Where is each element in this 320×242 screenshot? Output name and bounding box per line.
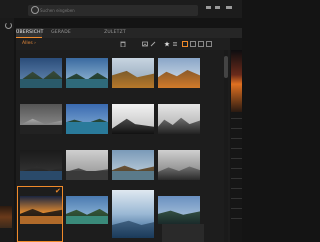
scrollbar-track[interactable] [224, 50, 228, 242]
thumbnail[interactable] [20, 104, 62, 134]
search-box[interactable] [28, 5, 198, 16]
tab-overview[interactable]: ÜBERSICHT [16, 28, 43, 38]
metadata-row [231, 148, 242, 149]
metadata-row [231, 128, 242, 129]
metadata-row [231, 158, 242, 159]
thumbnail[interactable] [66, 58, 108, 88]
thumbnail[interactable] [20, 58, 62, 88]
tab-bar: ÜBERSICHT GERADE ZEIT ZULETZT HOCHGELADE… [16, 28, 230, 45]
options-icon[interactable] [172, 41, 178, 47]
metadata-row [231, 198, 242, 199]
minimize-icon[interactable] [206, 6, 211, 9]
checkmark-icon[interactable]: ✔ [55, 188, 61, 195]
maximize-icon[interactable] [215, 6, 220, 9]
thumbnail[interactable] [20, 150, 62, 180]
search-icon [31, 6, 39, 14]
left-preview-thumb[interactable] [0, 206, 12, 228]
star-icon[interactable] [164, 41, 170, 47]
top-bar [0, 0, 242, 18]
metadata-row [231, 208, 242, 209]
image-icon[interactable] [142, 41, 148, 47]
tab-recently-uploaded[interactable]: ZULETZT HOCHGELADEN [86, 28, 144, 45]
thumbnail[interactable] [66, 104, 108, 134]
right-panel-tab[interactable] [230, 28, 242, 38]
tab-recent-time[interactable]: GERADE ZEIT [46, 28, 76, 45]
grid-small-icon[interactable] [198, 41, 204, 47]
thumbnail-placeholder [162, 224, 204, 242]
thumbnail[interactable] [158, 150, 200, 180]
thumbnail[interactable] [112, 190, 154, 238]
right-preview-image [231, 50, 242, 112]
scrollbar-thumb[interactable] [224, 56, 228, 78]
thumbnail[interactable] [158, 104, 200, 134]
thumbnail[interactable] [158, 58, 200, 88]
thumbnail[interactable] [66, 150, 108, 180]
metadata-row [231, 188, 242, 189]
breadcrumb[interactable]: Alles › [22, 41, 36, 46]
thumbnail[interactable] [112, 150, 154, 180]
toolbar: Alles › [16, 38, 230, 50]
metadata-row [231, 178, 242, 179]
delete-icon[interactable] [120, 41, 126, 47]
close-icon[interactable] [226, 6, 232, 9]
thumbnail[interactable] [158, 196, 200, 224]
thumbnail[interactable] [112, 58, 154, 88]
list-icon[interactable] [206, 41, 212, 47]
metadata-row [231, 218, 242, 219]
refresh-icon[interactable] [5, 22, 12, 29]
search-input[interactable] [40, 5, 190, 16]
thumbnail[interactable] [112, 104, 154, 134]
metadata-row [231, 168, 242, 169]
grid-medium-icon[interactable] [190, 41, 196, 47]
metadata-row [231, 138, 242, 139]
metadata-row [231, 118, 242, 119]
thumbnail[interactable] [66, 196, 108, 224]
edit-icon[interactable] [150, 41, 156, 47]
grid-large-icon[interactable] [182, 41, 188, 47]
